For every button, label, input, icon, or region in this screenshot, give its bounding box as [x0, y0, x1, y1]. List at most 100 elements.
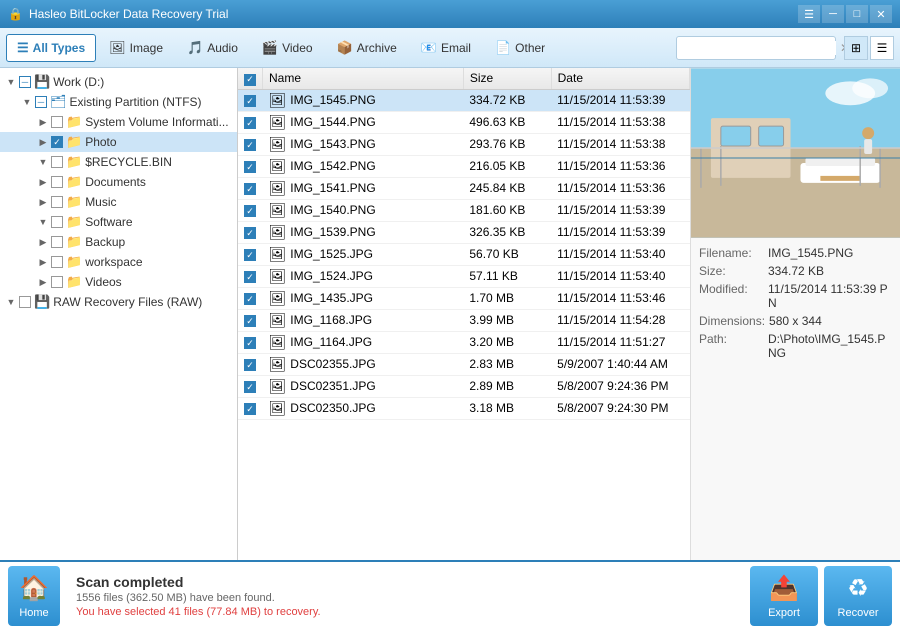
tree-item-recycle[interactable]: ▼📁$RECYCLE.BIN — [0, 152, 237, 172]
table-row[interactable]: ✓ 🖼 IMG_1525.JPG 56.70 KB 11/15/2014 11:… — [238, 243, 690, 265]
tree-item-software[interactable]: ▼📁Software — [0, 212, 237, 232]
expand-icon[interactable]: ▶ — [36, 197, 50, 208]
row-checkbox[interactable]: ✓ — [238, 353, 263, 375]
maximize-button[interactable]: □ — [846, 5, 868, 23]
table-row[interactable]: ✓ 🖼 IMG_1542.PNG 216.05 KB 11/15/2014 11… — [238, 155, 690, 177]
tab-archive[interactable]: 📦 Archive — [326, 34, 408, 62]
tree-cb[interactable] — [51, 256, 63, 268]
expand-icon[interactable]: ▶ — [36, 277, 50, 288]
row-checkbox[interactable]: ✓ — [238, 375, 263, 397]
table-row[interactable]: ✓ 🖼 DSC02351.JPG 2.89 MB 5/8/2007 9:24:3… — [238, 375, 690, 397]
list-view-button[interactable]: ☰ — [870, 36, 894, 60]
tree-label: Backup — [85, 235, 125, 249]
tree-item-workspace[interactable]: ▶📁workspace — [0, 252, 237, 272]
col-checkbox[interactable]: ✓ — [238, 68, 263, 89]
row-checkbox[interactable]: ✓ — [238, 331, 263, 353]
row-size: 3.99 MB — [463, 309, 551, 331]
row-checkbox[interactable]: ✓ — [238, 397, 263, 419]
table-row[interactable]: ✓ 🖼 IMG_1168.JPG 3.99 MB 11/15/2014 11:5… — [238, 309, 690, 331]
tree-cb[interactable] — [19, 296, 31, 308]
recover-label: Recover — [838, 607, 879, 619]
tree-item-music[interactable]: ▶📁Music — [0, 192, 237, 212]
tree-cb[interactable] — [51, 196, 63, 208]
row-checkbox[interactable]: ✓ — [238, 265, 263, 287]
row-name: 🖼 IMG_1541.PNG — [263, 177, 464, 199]
expand-icon[interactable]: ▶ — [36, 257, 50, 268]
tree-item-photo[interactable]: ▶✓📁Photo — [0, 132, 237, 152]
tree-cb[interactable] — [51, 216, 63, 228]
file-name-text: DSC02355.JPG — [290, 357, 375, 371]
tab-image[interactable]: 🖼 Image — [98, 34, 174, 62]
row-checkbox[interactable]: ✓ — [238, 199, 263, 221]
tab-all-types[interactable]: ☰ All Types — [6, 34, 96, 62]
table-row[interactable]: ✓ 🖼 IMG_1164.JPG 3.20 MB 11/15/2014 11:5… — [238, 331, 690, 353]
row-checkbox[interactable]: ✓ — [238, 89, 263, 111]
table-row[interactable]: ✓ 🖼 DSC02355.JPG 2.83 MB 5/9/2007 1:40:4… — [238, 353, 690, 375]
expand-icon[interactable]: ▼ — [36, 217, 50, 227]
table-row[interactable]: ✓ 🖼 IMG_1543.PNG 293.76 KB 11/15/2014 11… — [238, 133, 690, 155]
expand-icon[interactable]: ▼ — [4, 77, 18, 87]
expand-icon[interactable]: ▶ — [36, 237, 50, 248]
export-button[interactable]: 📤 Export — [750, 566, 818, 626]
row-checkbox[interactable]: ✓ — [238, 111, 263, 133]
tab-video[interactable]: 🎬 Video — [251, 34, 324, 62]
tab-email[interactable]: 📧 Email — [410, 34, 482, 62]
app-icon: 🔒 — [8, 7, 23, 21]
table-row[interactable]: ✓ 🖼 IMG_1541.PNG 245.84 KB 11/15/2014 11… — [238, 177, 690, 199]
table-row[interactable]: ✓ 🖼 IMG_1435.JPG 1.70 MB 11/15/2014 11:5… — [238, 287, 690, 309]
tree-item-raw[interactable]: ▼💾RAW Recovery Files (RAW) — [0, 292, 237, 312]
tree-item-work[interactable]: ▼─💾Work (D:) — [0, 72, 237, 92]
tree-cb[interactable] — [51, 156, 63, 168]
table-row[interactable]: ✓ 🖼 IMG_1524.JPG 57.11 KB 11/15/2014 11:… — [238, 265, 690, 287]
minimize-button[interactable]: ─ — [822, 5, 844, 23]
row-checkbox[interactable]: ✓ — [238, 309, 263, 331]
file-icon: 🖼 — [269, 268, 287, 285]
recover-button[interactable]: ♻ Recover — [824, 566, 892, 626]
tab-other[interactable]: 📄 Other — [484, 34, 556, 62]
tree-cb[interactable]: ─ — [19, 76, 31, 88]
tree-item-sysvolinfo[interactable]: ▶📁System Volume Informati... — [0, 112, 237, 132]
row-checkbox[interactable]: ✓ — [238, 221, 263, 243]
close-button[interactable]: ✕ — [870, 5, 892, 23]
table-row[interactable]: ✓ 🖼 IMG_1539.PNG 326.35 KB 11/15/2014 11… — [238, 221, 690, 243]
menu-button[interactable]: ☰ — [798, 5, 820, 23]
table-row[interactable]: ✓ 🖼 IMG_1544.PNG 496.63 KB 11/15/2014 11… — [238, 111, 690, 133]
row-name: 🖼 DSC02355.JPG — [263, 353, 464, 375]
table-row[interactable]: ✓ 🖼 IMG_1540.PNG 181.60 KB 11/15/2014 11… — [238, 199, 690, 221]
col-date-header[interactable]: Date — [551, 68, 689, 89]
expand-icon[interactable]: ▼ — [36, 157, 50, 167]
preview-filename: IMG_1545.PNG — [768, 246, 853, 260]
row-checkbox[interactable]: ✓ — [238, 155, 263, 177]
col-name-header[interactable]: Name — [263, 68, 464, 89]
expand-icon[interactable]: ▼ — [4, 297, 18, 307]
row-date: 11/15/2014 11:51:27 — [551, 331, 689, 353]
search-input[interactable] — [681, 41, 836, 55]
expand-icon[interactable]: ▼ — [20, 97, 34, 107]
col-size-header[interactable]: Size — [463, 68, 551, 89]
table-row[interactable]: ✓ 🖼 DSC02350.JPG 3.18 MB 5/8/2007 9:24:3… — [238, 397, 690, 419]
tree-item-videos[interactable]: ▶📁Videos — [0, 272, 237, 292]
right-panel: ✓ Name Size Date ✓ 🖼 IMG_1545.PNG 334.72… — [238, 68, 900, 560]
tree-cb[interactable]: ✓ — [51, 136, 63, 148]
tree-label: workspace — [85, 255, 142, 269]
tree-cb[interactable] — [51, 276, 63, 288]
tree-item-backup[interactable]: ▶📁Backup — [0, 232, 237, 252]
tree-cb[interactable] — [51, 116, 63, 128]
home-button[interactable]: 🏠 Home — [8, 566, 60, 626]
grid-view-button[interactable]: ⊞ — [844, 36, 868, 60]
tree-item-existing[interactable]: ▼─🗂Existing Partition (NTFS) — [0, 92, 237, 112]
row-checkbox[interactable]: ✓ — [238, 177, 263, 199]
row-checkbox[interactable]: ✓ — [238, 287, 263, 309]
expand-icon[interactable]: ▶ — [36, 117, 50, 128]
tree-cb[interactable]: ─ — [35, 96, 47, 108]
file-icon: 🖼 — [269, 246, 287, 263]
tab-audio[interactable]: 🎵 Audio — [176, 34, 249, 62]
row-checkbox[interactable]: ✓ — [238, 133, 263, 155]
expand-icon[interactable]: ▶ — [36, 137, 50, 148]
tree-cb[interactable] — [51, 176, 63, 188]
table-row[interactable]: ✓ 🖼 IMG_1545.PNG 334.72 KB 11/15/2014 11… — [238, 89, 690, 111]
expand-icon[interactable]: ▶ — [36, 177, 50, 188]
tree-item-documents[interactable]: ▶📁Documents — [0, 172, 237, 192]
tree-cb[interactable] — [51, 236, 63, 248]
row-checkbox[interactable]: ✓ — [238, 243, 263, 265]
